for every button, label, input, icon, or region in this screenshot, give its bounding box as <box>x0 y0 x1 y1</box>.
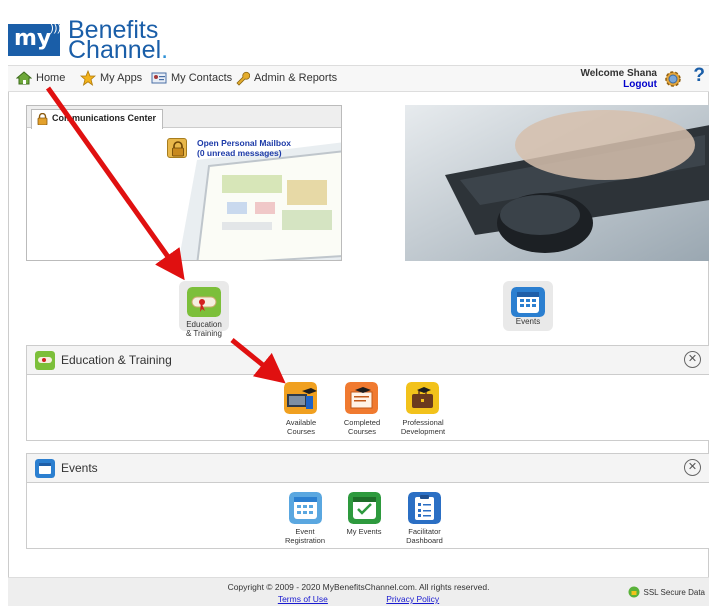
lock-icon <box>37 113 48 125</box>
completed-courses-line1: Completed <box>343 418 381 427</box>
ssl-lock-icon <box>628 586 640 598</box>
events-panel-title: Events <box>61 461 98 475</box>
copyright-text: Copyright © 2009 - 2020 MyBenefitsChanne… <box>227 582 490 592</box>
main-content: Communications Center Open Personal Mail… <box>8 92 709 577</box>
keyboard-mouse-photo <box>405 105 709 261</box>
signal-icon: ))) <box>50 22 61 34</box>
my-events-label: My Events <box>339 527 389 536</box>
gear-icon[interactable] <box>663 69 683 89</box>
professional-development-line2: Development <box>400 427 446 436</box>
facilitator-dashboard-line2: Dashboard <box>406 536 443 545</box>
mailbox-lock-icon <box>167 138 187 158</box>
logo-dot: . <box>161 36 169 64</box>
completed-courses-label: Completed Courses <box>337 418 387 436</box>
help-icon[interactable]: ? <box>693 65 705 87</box>
welcome-block: Welcome Shana Logout <box>580 68 657 90</box>
nav-my-apps-label: My Apps <box>100 72 143 84</box>
calendar-icon <box>35 459 55 478</box>
facilitator-dashboard-label: Facilitator Dashboard <box>397 527 452 545</box>
footer-links: Terms of Use Privacy Policy <box>8 594 709 604</box>
top-nav: Home My Apps My Contacts Admin & Reports… <box>8 65 709 92</box>
education-panel-header: Education & Training ✕ <box>27 346 709 375</box>
education-tile-line1: Education <box>186 320 222 329</box>
my-events-icon[interactable] <box>348 492 381 524</box>
completed-courses-line2: Courses <box>348 427 376 436</box>
diploma-icon <box>35 351 55 370</box>
education-panel-title: Education & Training <box>61 353 172 367</box>
nav-my-contacts[interactable]: My Contacts <box>151 70 232 86</box>
tab-communications-center[interactable]: Communications Center <box>31 109 164 129</box>
facilitator-dashboard-icon[interactable] <box>408 492 441 524</box>
events-panel-header: Events ✕ <box>27 454 709 483</box>
nav-home[interactable]: Home <box>16 70 65 86</box>
available-courses-line1: Available <box>285 418 317 427</box>
event-registration-icon[interactable] <box>289 492 322 524</box>
education-tile-label: Education & Training <box>174 320 234 338</box>
ssl-badge: SSL Secure Data <box>628 586 705 598</box>
professional-development-icon[interactable] <box>406 382 439 414</box>
contact-card-icon <box>151 72 167 84</box>
laptop-illustration <box>178 142 341 260</box>
mailbox-title: Open Personal Mailbox <box>197 138 291 148</box>
comm-tabbar: Communications Center <box>27 106 341 129</box>
logo-line2: Channel. <box>68 36 169 64</box>
completed-courses-icon[interactable] <box>345 382 378 414</box>
available-courses-icon[interactable] <box>284 382 317 414</box>
available-courses-label: Available Courses <box>276 418 326 436</box>
nav-admin-reports-label: Admin & Reports <box>254 72 338 84</box>
education-tile-line2: & Training <box>185 329 223 338</box>
my-events-line1: My Events <box>346 527 382 536</box>
events-panel-close-icon[interactable]: ✕ <box>684 459 701 476</box>
star-icon <box>80 70 96 86</box>
tab-communications-label: Communications Center <box>52 113 157 123</box>
logout-link[interactable]: Logout <box>580 79 657 90</box>
welcome-text: Welcome Shana <box>580 68 657 79</box>
events-panel: Events ✕ Event Registration My Events Fa… <box>26 453 709 549</box>
communications-center: Communications Center Open Personal Mail… <box>26 105 342 261</box>
available-courses-line2: Courses <box>287 427 315 436</box>
event-registration-line1: Event <box>295 527 315 536</box>
calendar-icon <box>511 287 545 317</box>
nav-home-label: Home <box>36 72 66 84</box>
event-registration-label: Event Registration <box>280 527 330 545</box>
education-training-panel: Education & Training ✕ Available Courses… <box>26 345 709 441</box>
home-icon <box>16 71 32 85</box>
logo-line2-text: Channel <box>68 36 162 64</box>
footer: Copyright © 2009 - 2020 MyBenefitsChanne… <box>8 577 709 606</box>
education-panel-close-icon[interactable]: ✕ <box>684 351 701 368</box>
event-registration-line2: Registration <box>284 536 326 545</box>
events-tile-label: Events <box>515 317 541 326</box>
privacy-policy-link[interactable]: Privacy Policy <box>386 594 439 604</box>
facilitator-dashboard-line1: Facilitator <box>408 527 441 536</box>
wrench-icon <box>236 71 250 86</box>
mailbox-unread: (0 unread messages) <box>197 148 282 158</box>
terms-of-use-link[interactable]: Terms of Use <box>278 594 328 604</box>
ssl-text: SSL Secure Data <box>643 587 705 597</box>
mailbox-text: Open Personal Mailbox (0 unread messages… <box>197 138 291 158</box>
nav-admin-reports[interactable]: Admin & Reports <box>234 70 337 86</box>
diploma-icon <box>187 287 221 317</box>
professional-development-label: Professional Development <box>393 418 453 436</box>
nav-my-apps[interactable]: My Apps <box>80 70 142 86</box>
nav-my-contacts-label: My Contacts <box>171 72 233 84</box>
professional-development-line1: Professional <box>402 418 444 427</box>
